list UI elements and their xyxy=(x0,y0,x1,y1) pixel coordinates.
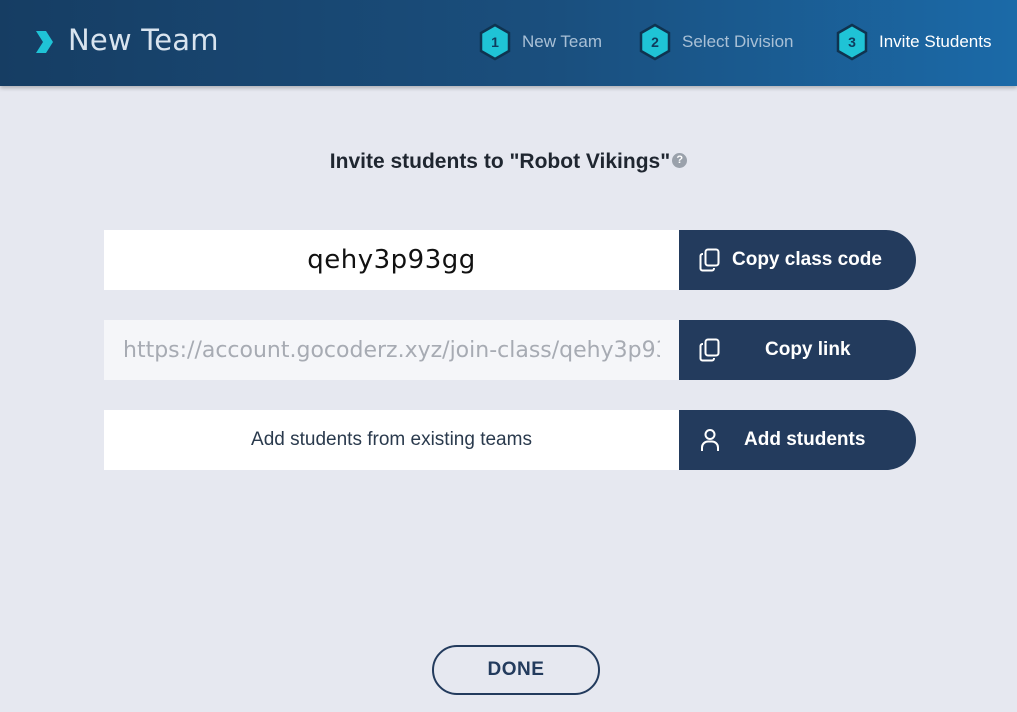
add-students-label: Add students xyxy=(744,429,866,450)
step-invite-students: 3 Invite Students xyxy=(835,22,991,62)
copy-link-label: Copy link xyxy=(765,339,851,360)
invite-heading: Invite students to "Robot Vikings"? xyxy=(0,150,1017,174)
copy-class-code-button[interactable]: Copy class code xyxy=(679,230,916,290)
step-number: 2 xyxy=(651,34,659,50)
join-link-input[interactable] xyxy=(104,320,660,380)
copy-class-code-label: Copy class code xyxy=(732,249,882,270)
step-label: New Team xyxy=(522,32,602,51)
copy-link-button[interactable]: Copy link xyxy=(679,320,916,380)
invite-heading-text: Invite students to "Robot Vikings" xyxy=(329,150,671,173)
class-code-field: qehy3p93gg xyxy=(104,230,679,290)
step-number: 1 xyxy=(491,34,499,50)
step-label: Select Division xyxy=(682,32,794,51)
add-students-field: Add students from existing teams xyxy=(104,410,679,470)
copy-icon xyxy=(699,248,720,272)
step-hexagon-icon: 1 xyxy=(478,23,512,61)
top-header: New Team 1 New Team 2 Select Division 3 … xyxy=(0,0,1017,86)
class-code-value: qehy3p93gg xyxy=(307,245,476,275)
help-icon[interactable]: ? xyxy=(672,152,688,168)
add-students-row: Add students from existing teams Add stu… xyxy=(104,410,916,470)
join-link-row: Copy link xyxy=(104,320,916,380)
add-students-button[interactable]: Add students xyxy=(679,410,916,470)
step-hexagon-icon: 3 xyxy=(835,23,869,61)
done-button[interactable]: DONE xyxy=(432,645,600,695)
step-number: 3 xyxy=(848,34,856,50)
user-icon xyxy=(701,429,719,451)
join-link-field xyxy=(104,320,679,380)
step-select-division: 2 Select Division xyxy=(638,22,794,62)
add-students-description: Add students from existing teams xyxy=(251,429,532,450)
page-title: New Team xyxy=(68,23,219,57)
step-hexagon-icon: 2 xyxy=(638,23,672,61)
chevron-right-icon xyxy=(36,31,53,53)
step-label: Invite Students xyxy=(879,32,992,51)
class-code-row: qehy3p93gg Copy class code xyxy=(104,230,916,290)
step-new-team: 1 New Team xyxy=(478,22,602,62)
copy-icon xyxy=(699,338,720,362)
